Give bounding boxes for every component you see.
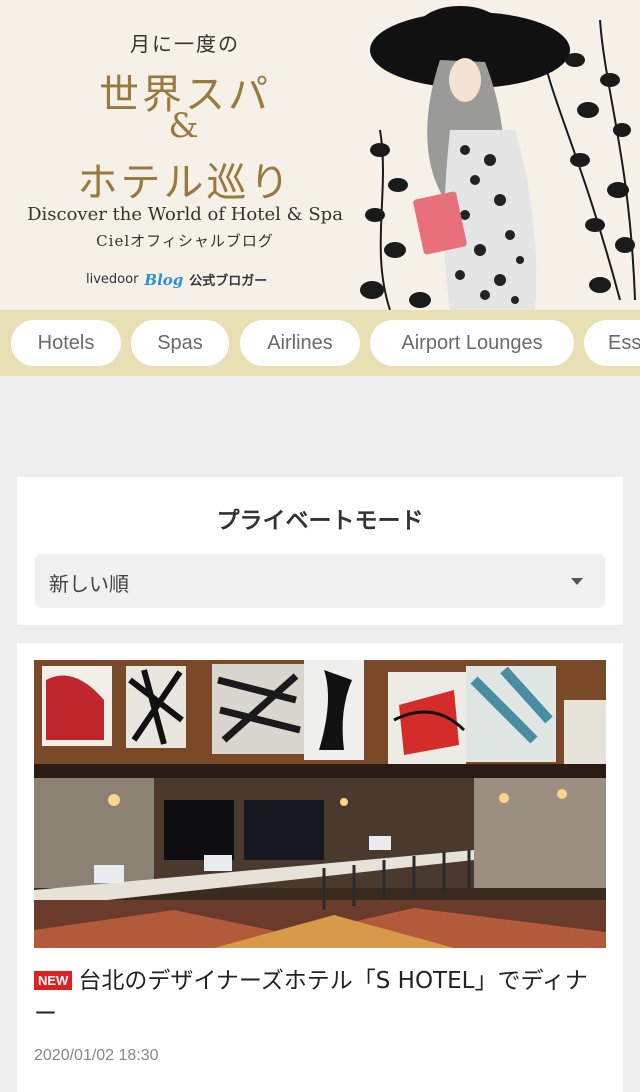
blog-logo-text: Blog [144,270,184,289]
chevron-down-icon [571,578,583,585]
article-title[interactable]: 台北のデザイナーズホテル「S HOTEL」でディナー [34,968,588,1027]
article-date: 2020/01/02 18:30 [34,1047,159,1064]
banner-title-line2: & [168,106,202,146]
banner-subtitle-ja: Cielオフィシャルブログ [96,232,274,250]
official-blogger-label: 公式ブロガー [189,274,268,289]
new-badge: NEW [34,971,73,990]
article-card[interactable]: NEW 台北のデザイナーズホテル「S HOTEL」でディナー 2020/01/02… [17,643,623,1092]
private-mode-title: プライベートモード [216,508,424,534]
category-airlines[interactable]: Airlines [240,320,360,366]
woman-illustration [360,6,636,310]
blog-header-banner[interactable]: 月に一度の 世界スパ & ホテル巡り Discover the World of… [0,0,640,310]
category-ess[interactable]: Ess [584,320,640,366]
sort-order-select[interactable]: 新しい順 [35,554,605,608]
category-hotels[interactable]: Hotels [11,320,121,366]
category-airport-lounges[interactable]: Airport Lounges [370,320,574,366]
banner-text-block: 月に一度の 世界スパ & ホテル巡り Discover the World of… [0,0,370,310]
banner-tagline: 月に一度の [130,32,240,56]
article-title-block[interactable]: NEW 台北のデザイナーズホテル「S HOTEL」でディナー [34,965,606,1031]
banner-title-line3: ホテル巡り [77,160,293,206]
sort-order-value: 新しい順 [49,572,129,596]
category-spas[interactable]: Spas [131,320,229,366]
category-nav: Hotels Spas Airlines Airport Lounges Ess [0,310,640,376]
private-mode-card: プライベートモード 新しい順 [17,477,623,625]
livedoor-blog-badge: livedoor Blog 公式ブロガー [86,270,268,290]
banner-subtitle-en: Discover the World of Hotel & Spa [27,204,343,225]
article-thumbnail[interactable] [34,660,606,948]
livedoor-logo-text: livedoor [86,272,139,287]
